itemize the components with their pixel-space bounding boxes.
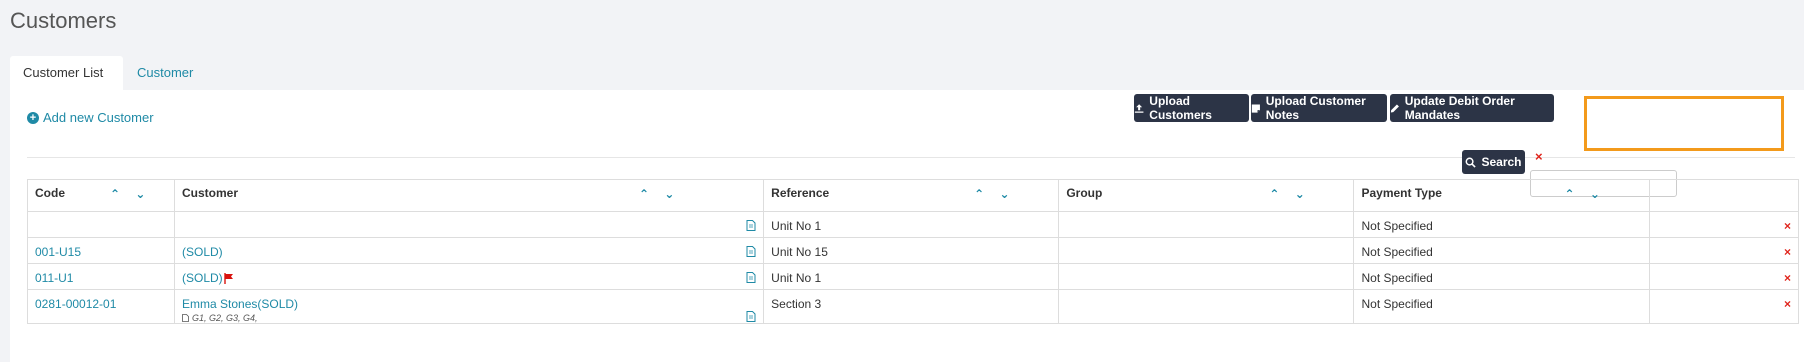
- customer-name-link[interactable]: (SOLD): [182, 245, 223, 259]
- update-debit-order-mandates-button[interactable]: Update Debit Order Mandates: [1390, 94, 1554, 122]
- table-header-row: Code ⌃ ⌄ Customer ⌃ ⌄ Reference ⌃ ⌄ Group ⌃ …: [27, 179, 1800, 212]
- document-icon[interactable]: [746, 246, 756, 257]
- customer-name-link[interactable]: (SOLD): [182, 271, 223, 285]
- table-row: Unit No 1 Not Specified ×: [27, 211, 1800, 238]
- document-icon[interactable]: [746, 220, 756, 231]
- column-label-payment-type: Payment Type: [1361, 186, 1442, 200]
- group-cell: [1058, 289, 1355, 324]
- customer-list-panel: + Add new Customer Upload Customers Uplo…: [10, 90, 1804, 362]
- reference-cell: Unit No 1: [763, 263, 1060, 290]
- column-header-code: Code ⌃ ⌄: [27, 179, 175, 212]
- table-row: 011-U1 (SOLD) Unit No 1 Not Specified ×: [27, 263, 1800, 290]
- column-label-reference: Reference: [771, 186, 830, 200]
- search-icon: [1466, 157, 1477, 168]
- search-button[interactable]: Search: [1462, 150, 1525, 174]
- customer-code-link[interactable]: 011-U1: [35, 271, 73, 285]
- add-new-customer-label: Add new Customer: [43, 110, 154, 125]
- column-header-actions: [1648, 179, 1800, 212]
- document-icon[interactable]: [746, 272, 756, 283]
- column-header-reference: Reference ⌃ ⌄: [763, 179, 1060, 212]
- payment-type-cell: Not Specified: [1353, 237, 1650, 264]
- page-title: Customers: [10, 8, 117, 33]
- delete-row-icon[interactable]: ×: [1784, 271, 1791, 285]
- group-cell: [1058, 237, 1355, 264]
- reference-cell: Section 3: [763, 289, 1060, 324]
- clear-search-icon[interactable]: ×: [1535, 149, 1543, 164]
- delete-row-icon[interactable]: ×: [1784, 245, 1791, 259]
- payment-type-cell: Not Specified: [1353, 289, 1650, 324]
- payment-type-cell: Not Specified: [1353, 263, 1650, 290]
- table-row: 001-U15 (SOLD) Unit No 15 Not Specified …: [27, 237, 1800, 264]
- sort-arrows-icon[interactable]: ⌃ ⌄: [974, 187, 1015, 201]
- reference-cell: Unit No 1: [763, 211, 1060, 238]
- sort-arrows-icon[interactable]: ⌃ ⌄: [639, 187, 680, 201]
- column-header-payment-type: Payment Type ⌃ ⌄: [1353, 179, 1650, 212]
- sort-arrows-icon[interactable]: ⌃ ⌄: [1564, 187, 1605, 201]
- column-label-code: Code: [35, 186, 65, 200]
- upload-customers-button[interactable]: Upload Customers: [1134, 94, 1249, 122]
- customer-code-link[interactable]: 0281-00012-01: [35, 297, 116, 311]
- group-cell: [1058, 263, 1355, 290]
- divider: [27, 157, 1795, 158]
- delete-row-icon[interactable]: ×: [1784, 297, 1791, 311]
- document-small-icon: [182, 314, 189, 322]
- add-new-customer-link[interactable]: + Add new Customer: [27, 110, 154, 125]
- highlight-outline: [1584, 96, 1784, 151]
- document-icon[interactable]: [746, 311, 756, 322]
- delete-row-icon[interactable]: ×: [1784, 219, 1791, 233]
- group-cell: [1058, 211, 1355, 238]
- upload-customers-label: Upload Customers: [1149, 94, 1212, 122]
- flag-icon: [223, 273, 233, 285]
- upload-customer-notes-label: Upload Customer Notes: [1265, 94, 1366, 122]
- note-icon: [1251, 103, 1260, 113]
- column-label-customer: Customer: [182, 186, 239, 200]
- upload-icon: [1134, 103, 1144, 113]
- column-label-group: Group: [1066, 186, 1103, 200]
- customer-code-link[interactable]: 001-U15: [35, 245, 81, 259]
- tab-customer-groups[interactable]: Customer Groups: [124, 56, 206, 114]
- table-row: 0281-00012-01 Emma Stones(SOLD) G1, G2, …: [27, 289, 1800, 324]
- plus-circle-icon: +: [27, 111, 39, 124]
- reference-cell: Unit No 15: [763, 237, 1060, 264]
- pencil-icon: [1390, 103, 1399, 113]
- sort-arrows-icon[interactable]: ⌃ ⌄: [1269, 187, 1310, 201]
- customer-groups-note: G1, G2, G3, G4,: [182, 313, 746, 323]
- payment-type-cell: Not Specified: [1353, 211, 1650, 238]
- upload-customer-notes-button[interactable]: Upload Customer Notes: [1251, 94, 1387, 122]
- customer-groups-note-text: G1, G2, G3, G4,: [192, 313, 258, 323]
- customer-name-link[interactable]: Emma Stones(SOLD): [182, 297, 298, 311]
- column-header-group: Group ⌃ ⌄: [1058, 179, 1355, 212]
- tab-customer-list[interactable]: Customer List: [10, 56, 123, 90]
- sort-arrows-icon[interactable]: ⌃ ⌄: [110, 187, 151, 201]
- search-button-label: Search: [1481, 155, 1522, 169]
- column-header-customer: Customer ⌃ ⌄: [173, 179, 765, 212]
- customers-table: Code ⌃ ⌄ Customer ⌃ ⌄ Reference ⌃ ⌄ Group ⌃ …: [27, 179, 1800, 324]
- update-debit-order-mandates-label: Update Debit Order Mandates: [1404, 94, 1515, 122]
